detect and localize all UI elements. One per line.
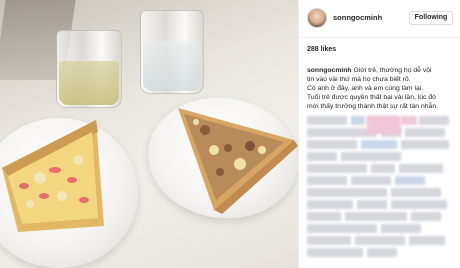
- blurred-comment-block: [341, 152, 401, 161]
- caption-line-1: sonngocminh Giới trẻ, thường họ dễ vội: [307, 66, 455, 75]
- blurred-comment-block: [391, 188, 441, 197]
- blurred-comment-block: [357, 200, 387, 209]
- blurred-comment-block: [399, 164, 443, 173]
- blurred-comments: [307, 116, 457, 264]
- blurred-comment-block: [351, 116, 365, 125]
- blurred-comment-block: [371, 164, 395, 173]
- blurred-comment-block: [307, 176, 347, 185]
- following-button[interactable]: Following: [409, 11, 453, 25]
- post-caption: sonngocminh Giới trẻ, thường họ dễ vội t…: [307, 66, 455, 111]
- username[interactable]: sonngocminh: [333, 13, 382, 22]
- blurred-comment-block: [405, 128, 445, 137]
- blurred-comment-block: [395, 176, 425, 185]
- blurred-comment-block: [307, 236, 351, 245]
- blurred-comment-block: [391, 200, 447, 209]
- blurred-comment-block: [307, 152, 337, 161]
- blurred-comment-block: [367, 248, 397, 257]
- likes-count[interactable]: 288 likes: [307, 46, 336, 53]
- blurred-comment-block: [307, 248, 363, 257]
- blurred-comment-block: [307, 116, 347, 125]
- caption-line-3: Có anh ở đây, anh và em cùng làm lại.: [307, 85, 424, 92]
- blurred-comment-block: [367, 116, 401, 134]
- post-sidebar: sonngocminh Following 288 likes sonngocm…: [298, 0, 460, 268]
- blurred-comment-block: [307, 164, 367, 173]
- blurred-comment-block: [307, 140, 357, 149]
- pizza-slices: [2, 108, 298, 232]
- blurred-comment-block: [401, 116, 417, 125]
- blurred-comment-block: [409, 236, 445, 245]
- blurred-comment-block: [307, 224, 377, 233]
- blurred-comment-block: [419, 116, 449, 125]
- blurred-comment-block: [345, 212, 407, 221]
- blurred-comment-block: [355, 236, 405, 245]
- right-pizza-slice: [178, 108, 298, 214]
- left-pizza-slice: [2, 120, 104, 232]
- blurred-comment-block: [381, 224, 421, 233]
- post-header: sonngocminh Following: [299, 0, 460, 38]
- blurred-comment-block: [401, 140, 449, 149]
- blurred-comment-block: [307, 200, 353, 209]
- caption-text-1: Giới trẻ, thường họ dễ vội: [351, 67, 432, 74]
- blurred-comment-block: [307, 188, 387, 197]
- caption-line-4: Tuổi trẻ được quyền thất bại vài lần, lú…: [307, 94, 436, 101]
- avatar[interactable]: [307, 8, 327, 28]
- blurred-comment-block: [361, 140, 397, 149]
- blurred-comment-block: [351, 176, 391, 185]
- caption-line-2: tin vào vài thứ mà họ chưa biết rõ.: [307, 76, 411, 83]
- blurred-comment-block: [307, 212, 341, 221]
- caption-line-5: mới thấy trưởng thành thật sự rất tàn nh…: [307, 103, 438, 110]
- blurred-comment-block: [411, 212, 441, 221]
- caption-username[interactable]: sonngocminh: [307, 67, 352, 74]
- post-photo[interactable]: [0, 0, 298, 268]
